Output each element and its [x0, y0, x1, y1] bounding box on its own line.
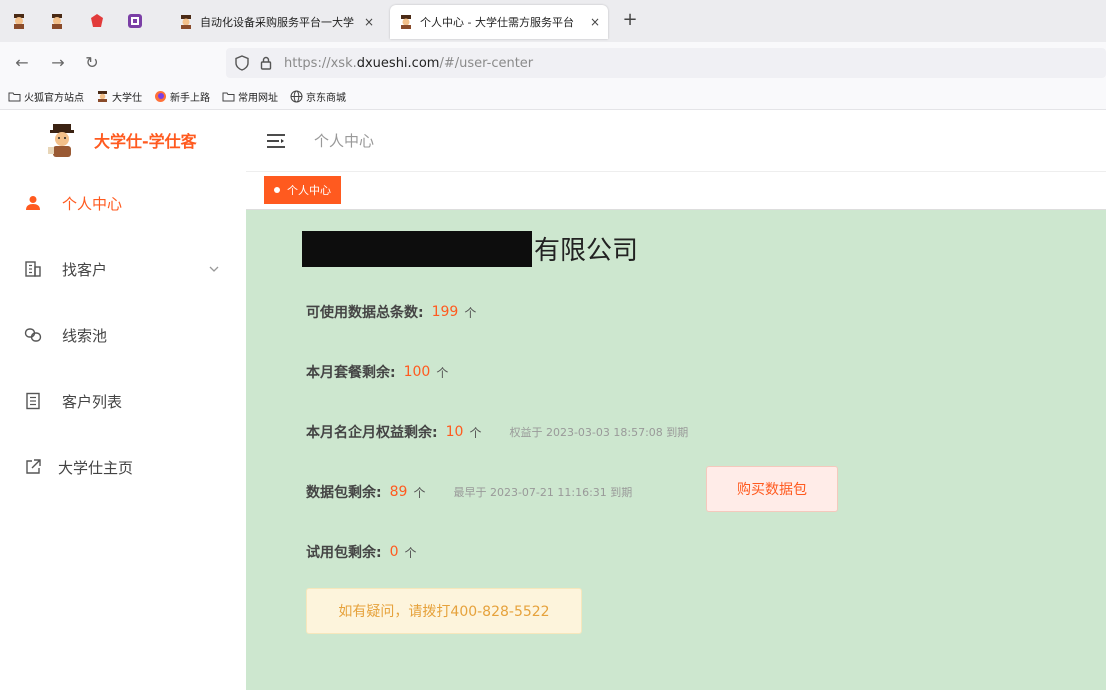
sidebar-item-label: 大学仕主页 — [58, 458, 134, 477]
bookmark-item[interactable]: 京东商城 — [290, 89, 346, 104]
total-data-row: 可使用数据总条数: 199 个 — [306, 302, 476, 322]
browser-tab-bar: 自动化设备采购服务平台一大学 × 个人中心 - 大学仕需方服务平台 × + — [0, 0, 1106, 42]
mascot-favicon-icon — [401, 15, 411, 29]
mascot-favicon-icon — [98, 91, 107, 102]
company-name: 有限公司 — [302, 230, 638, 267]
forward-icon[interactable]: → — [46, 52, 70, 74]
bookmark-item[interactable]: 火狐官方站点 — [8, 89, 84, 104]
total-value: 199 — [431, 304, 459, 320]
reload-icon[interactable]: ↻ — [80, 52, 104, 74]
firefox-icon — [155, 91, 166, 102]
tab-title: 自动化设备采购服务平台一大学 — [200, 16, 354, 29]
pinned-tab-red-icon[interactable] — [86, 10, 108, 32]
bookmark-item[interactable]: 新手上路 — [154, 89, 210, 104]
data-pack-value: 89 — [389, 484, 408, 500]
monthly-rights-row: 本月名企月权益剩余: 10 个 权益于 2023-03-03 18:57:08 … — [306, 422, 688, 442]
url-text[interactable]: https://xsk.dxueshi.com/#/user-center — [284, 56, 533, 71]
bookmark-item[interactable]: 常用网址 — [222, 89, 278, 104]
bookmarks-bar: 火狐官方站点 大学仕 新手上路 常用网址 京东商城 — [0, 84, 1106, 110]
menu-toggle-icon[interactable] — [266, 132, 286, 150]
sidebar-item-customer-list[interactable]: 客户列表 — [0, 379, 246, 423]
sidebar-item-lead-pool[interactable]: 线索池 — [0, 313, 246, 357]
sidebar-item-label: 找客户 — [62, 260, 108, 279]
data-pack-expiry: 最早于 2023-07-21 11:16:31 到期 — [453, 486, 633, 499]
breadcrumb: 个人中心 — [314, 132, 375, 150]
link-icon — [24, 328, 42, 342]
browser-tab-active[interactable]: 个人中心 - 大学仕需方服务平台 × — [390, 5, 608, 39]
tab-close-icon[interactable]: × — [590, 15, 600, 29]
trial-value: 0 — [389, 544, 399, 560]
active-dot-icon — [274, 187, 280, 193]
bookmark-item[interactable]: 大学仕 — [96, 89, 142, 104]
mascot-logo-icon — [48, 124, 74, 157]
browser-tab[interactable]: 自动化设备采购服务平台一大学 × — [170, 5, 382, 39]
building-icon — [25, 261, 41, 277]
pinned-tab-purple-icon[interactable] — [124, 10, 146, 32]
user-icon — [26, 196, 40, 210]
address-bar[interactable]: https://xsk.dxueshi.com/#/user-center — [226, 48, 1106, 78]
mascot-favicon-icon — [181, 15, 191, 29]
tag-user-center[interactable]: 个人中心 — [264, 176, 341, 204]
data-pack-label: 数据包剩余: — [306, 485, 382, 501]
sidebar-item-homepage[interactable]: 大学仕主页 — [0, 445, 246, 489]
contact-notice: 如有疑问，请拨打400-828-5522 — [306, 588, 582, 634]
sidebar-item-label: 个人中心 — [62, 194, 123, 213]
globe-icon — [290, 90, 303, 103]
tag-label: 个人中心 — [287, 184, 331, 197]
monthly-package-row: 本月套餐剩余: 100 个 — [306, 362, 448, 382]
external-link-icon — [26, 459, 41, 474]
tags-view-bar: 个人中心 — [246, 172, 1106, 210]
list-icon — [26, 392, 40, 410]
pinned-tab-mascot-icon[interactable] — [46, 10, 68, 32]
trial-unit: 个 — [404, 545, 417, 560]
monthly-rights-label: 本月名企月权益剩余: — [306, 425, 438, 441]
tab-title: 个人中心 - 大学仕需方服务平台 — [420, 16, 574, 29]
monthly-rights-value: 10 — [445, 424, 464, 440]
shield-icon[interactable] — [234, 55, 250, 71]
sidebar-item-label: 线索池 — [62, 326, 108, 345]
monthly-package-unit: 个 — [436, 365, 449, 380]
top-header: 个人中心 — [246, 110, 1106, 172]
total-unit: 个 — [464, 305, 477, 320]
data-pack-unit: 个 — [413, 485, 426, 500]
redacted-text — [302, 230, 532, 267]
data-pack-row: 数据包剩余: 89 个 最早于 2023-07-21 11:16:31 到期 — [306, 482, 632, 502]
tab-close-icon[interactable]: × — [364, 15, 374, 29]
pinned-tab-mascot-icon[interactable] — [8, 10, 30, 32]
monthly-rights-unit: 个 — [469, 425, 482, 440]
total-label: 可使用数据总条数: — [306, 305, 424, 321]
company-suffix: 有限公司 — [534, 236, 639, 266]
folder-icon — [222, 92, 235, 102]
trial-label: 试用包剩余: — [306, 545, 382, 561]
trial-row: 试用包剩余: 0 个 — [306, 542, 417, 562]
main-content: 有限公司 可使用数据总条数: 199 个 本月套餐剩余: 100 个 本月名企月… — [246, 210, 1106, 690]
brand-name: 大学仕-学仕客 — [94, 132, 197, 151]
brand[interactable]: 大学仕-学仕客 — [44, 122, 197, 158]
new-tab-button[interactable]: + — [618, 8, 642, 32]
sidebar-item-user-center[interactable]: 个人中心 — [0, 181, 246, 225]
monthly-package-value: 100 — [403, 364, 431, 380]
sidebar: 大学仕-学仕客 个人中心 找客户 线索池 客户列表 大学仕主页 — [0, 110, 246, 690]
back-icon[interactable]: ← — [10, 52, 34, 74]
sidebar-item-find-customers[interactable]: 找客户 — [0, 247, 246, 291]
buy-data-pack-button[interactable]: 购买数据包 — [706, 466, 838, 512]
sidebar-item-label: 客户列表 — [62, 392, 123, 411]
monthly-package-label: 本月套餐剩余: — [306, 365, 396, 381]
chevron-down-icon[interactable] — [208, 263, 220, 275]
lock-icon[interactable] — [258, 55, 274, 71]
monthly-rights-expiry: 权益于 2023-03-03 18:57:08 到期 — [509, 426, 689, 439]
folder-icon — [8, 92, 21, 102]
